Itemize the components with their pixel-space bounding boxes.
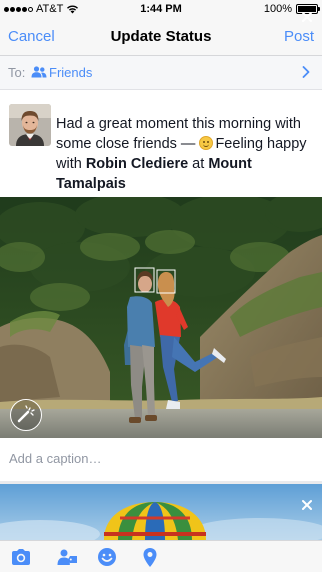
post-button[interactable]: Post	[284, 28, 314, 45]
avatar	[9, 104, 51, 146]
composer-toolbar	[0, 540, 322, 572]
tagged-person[interactable]: Robin Clediere	[86, 156, 188, 172]
attached-photo	[0, 197, 322, 438]
audience-selector[interactable]: To: Friends	[0, 56, 322, 90]
navigation-bar: Cancel Update Status Post	[0, 20, 322, 56]
friends-icon	[31, 66, 47, 78]
feeling-emoji-icon	[199, 136, 214, 150]
caption-input[interactable]	[9, 451, 309, 466]
audience-value: Friends	[49, 65, 93, 80]
feeling-icon[interactable]	[96, 546, 118, 568]
chevron-right-icon	[302, 66, 310, 78]
remove-photo-2-icon[interactable]	[300, 498, 314, 512]
battery-percent: 100%	[263, 3, 292, 15]
status-composer[interactable]: Had a great moment this morning with som…	[0, 90, 322, 197]
with-text: with	[56, 156, 86, 172]
tag-people-icon[interactable]	[56, 546, 78, 568]
remove-photo-icon[interactable]	[300, 10, 314, 24]
caption-field-container	[0, 438, 322, 482]
status-text[interactable]: Had a great moment this morning with som…	[56, 114, 314, 194]
location-icon[interactable]	[139, 546, 161, 568]
status-bar: AT&T 1:44 PM 100%	[0, 0, 322, 20]
camera-icon[interactable]	[10, 546, 32, 568]
magic-wand-icon	[17, 405, 35, 423]
cancel-button[interactable]: Cancel	[8, 28, 55, 45]
attached-photo-2	[0, 484, 322, 540]
feeling-text: Feeling happy	[215, 136, 307, 152]
at-text: at	[188, 156, 209, 172]
audience-label: To:	[8, 65, 26, 80]
enhance-photo-button[interactable]	[10, 399, 42, 431]
